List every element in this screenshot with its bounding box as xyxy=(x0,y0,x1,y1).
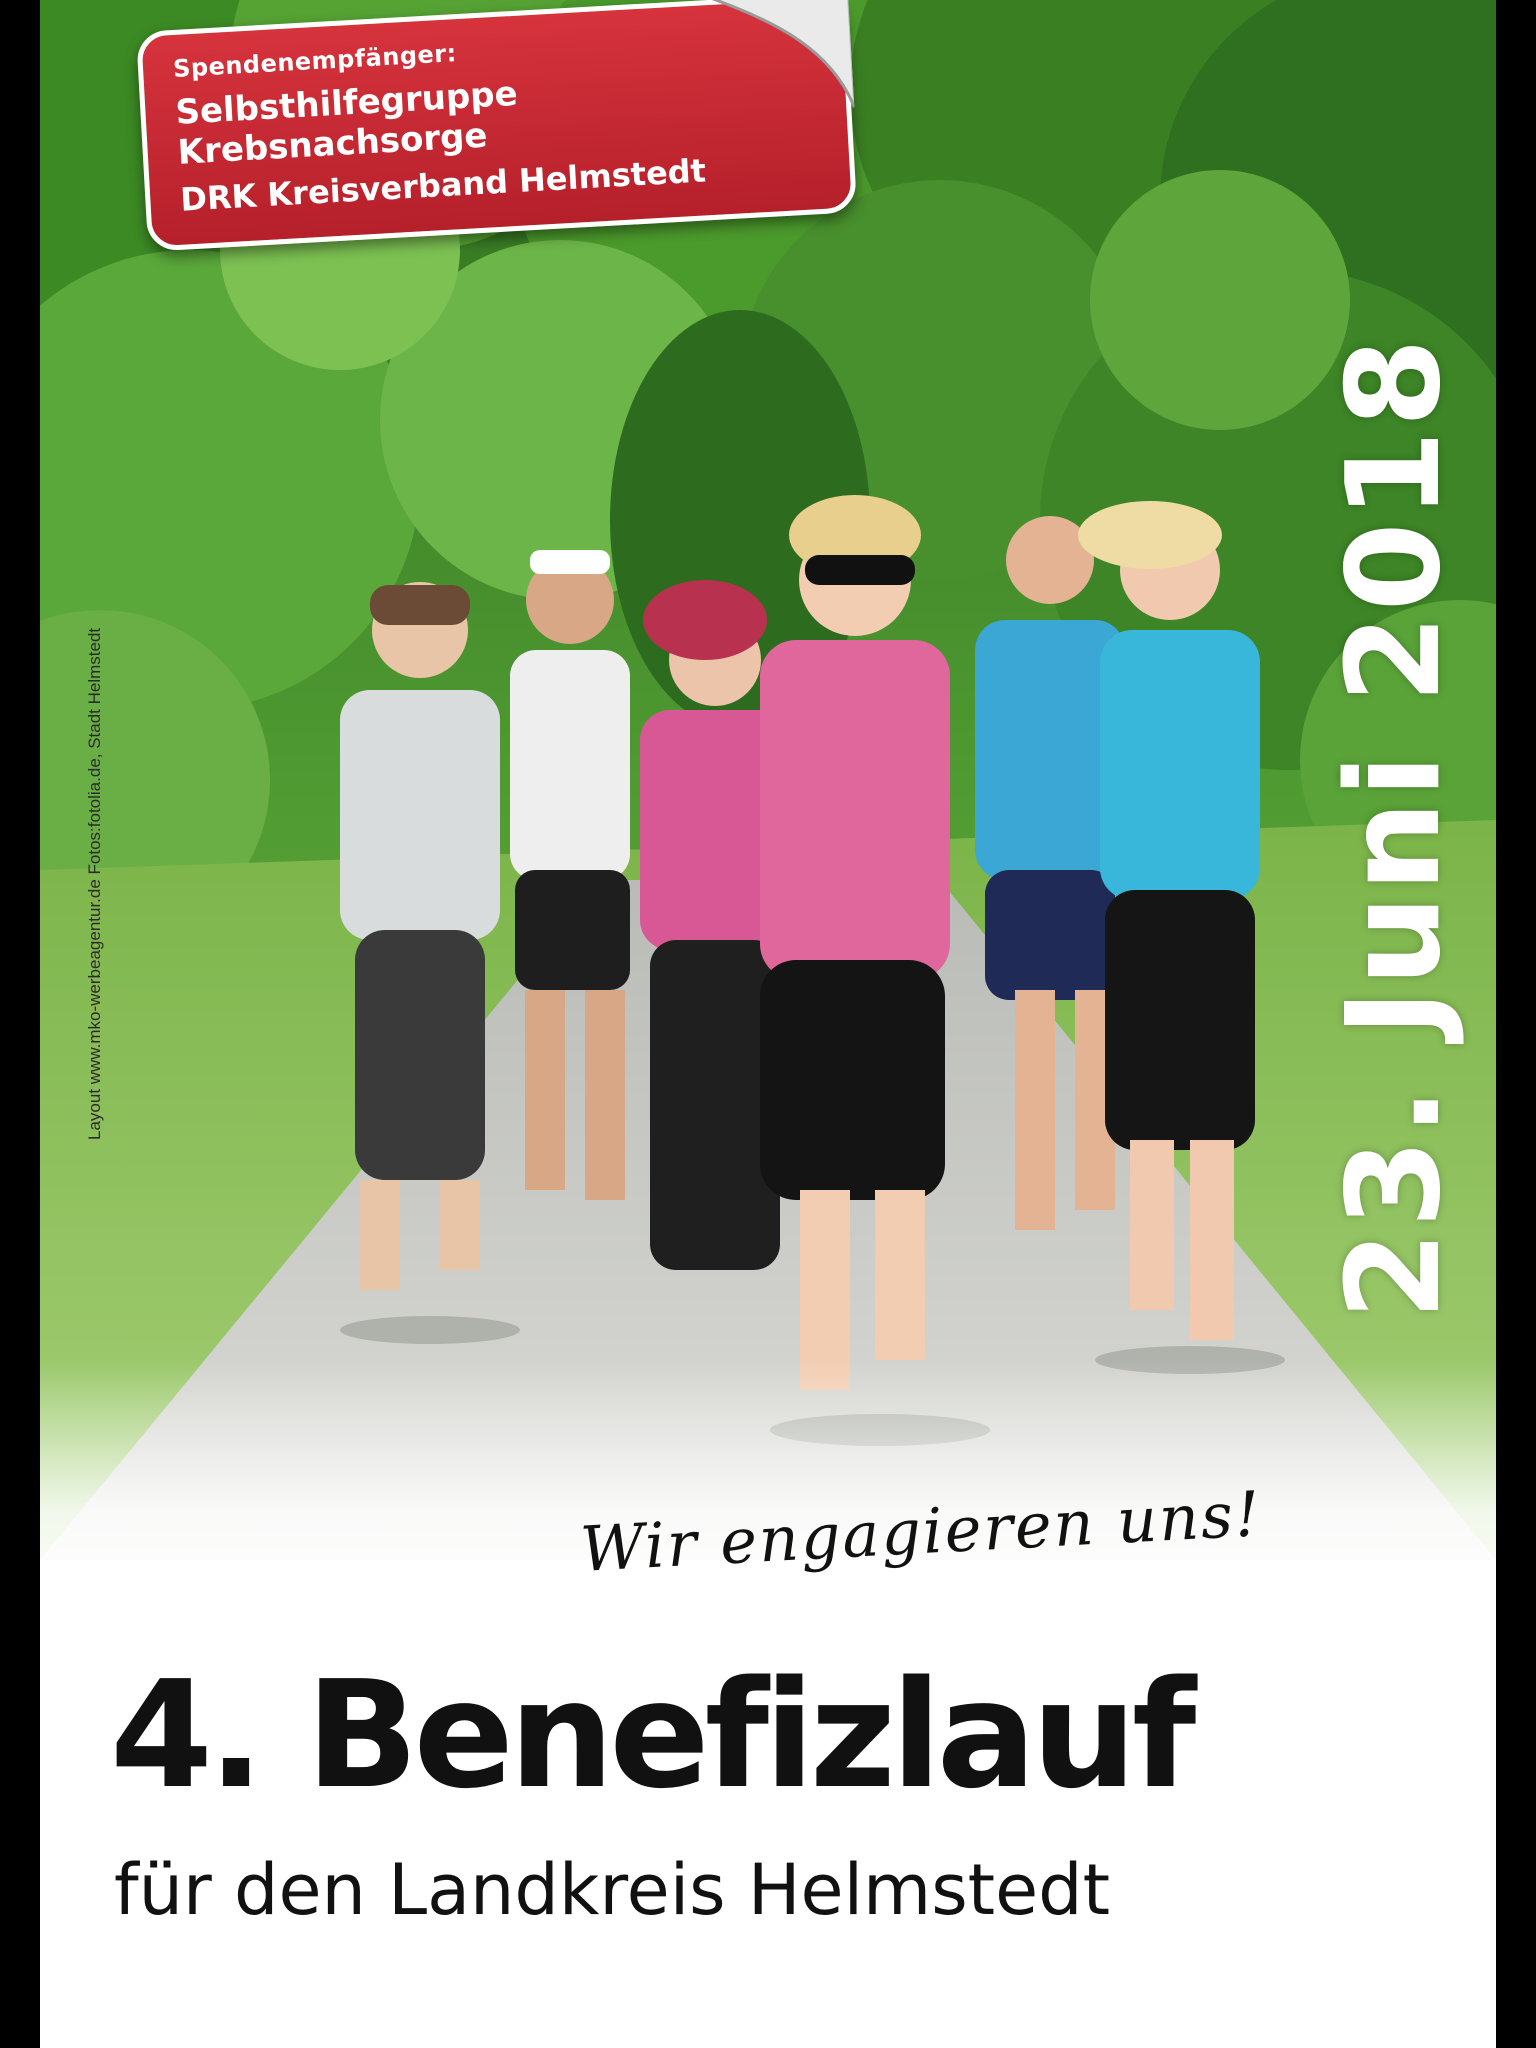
event-subtitle: für den Landkreis Helmstedt xyxy=(114,1849,1111,1931)
event-title: 4. Benefizlauf xyxy=(110,1649,1196,1821)
poster: Spendenempfänger: Selbsthilfegruppe Kreb… xyxy=(40,0,1496,2048)
photo-credits: Layout www.mko-werbeagentur.de Fotos:fot… xyxy=(85,627,104,1140)
page-curl-icon xyxy=(707,0,855,108)
event-date: 23. Juni 2018 xyxy=(1320,335,1469,1320)
donation-badge: Spendenempfänger: Selbsthilfegruppe Kreb… xyxy=(136,0,858,252)
badge-label: Spendenempfänger: xyxy=(172,39,458,83)
